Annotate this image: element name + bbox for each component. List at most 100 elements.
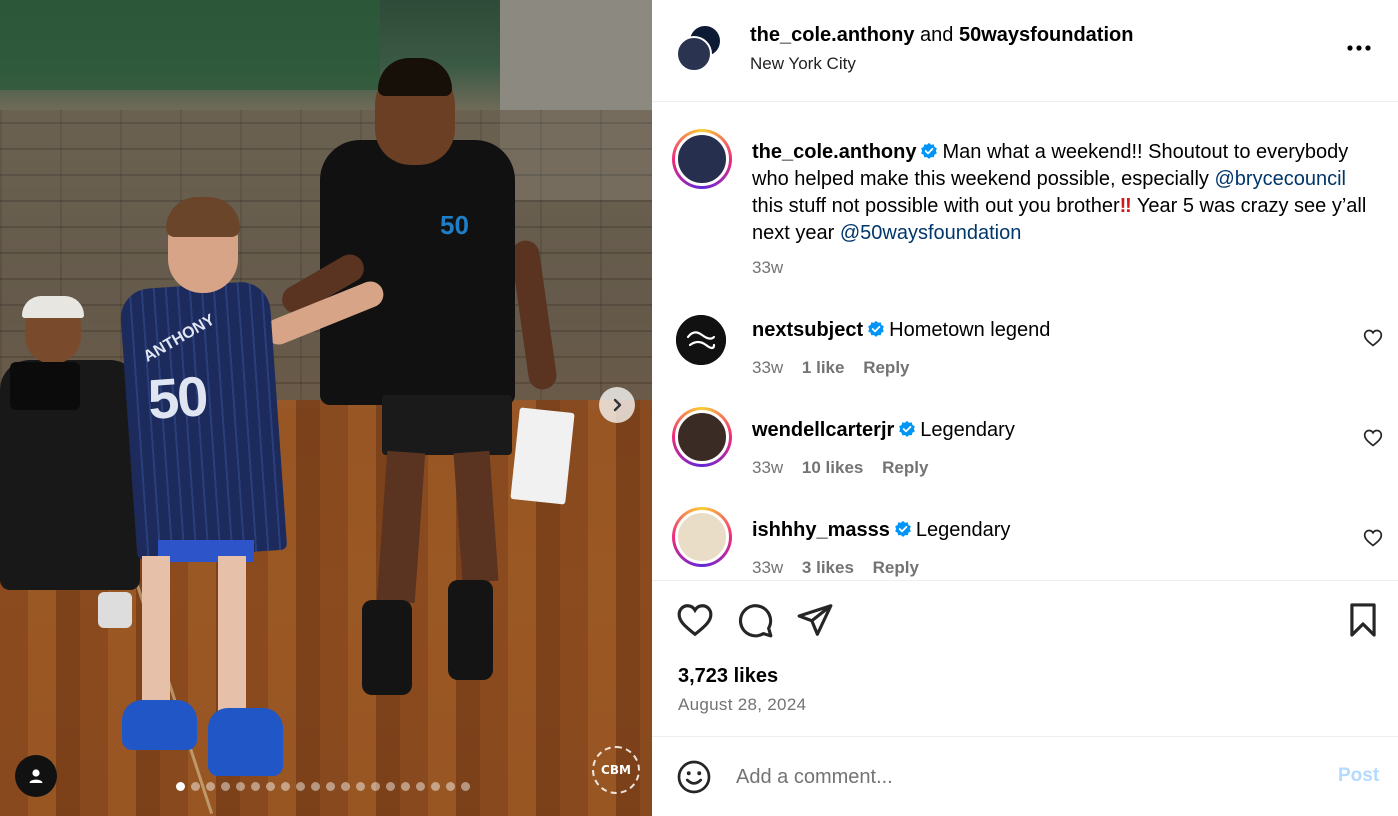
carousel-dots: [176, 782, 470, 791]
caption-body-2: this stuff not possible with out you bro…: [752, 195, 1120, 217]
kid-leg: [142, 556, 170, 706]
caption-username[interactable]: the_cole.anthony: [752, 141, 916, 163]
man-shoe: [362, 600, 412, 695]
carousel-dot: [206, 782, 215, 791]
comment-text: wendellcarterjr Legendary: [752, 417, 1382, 444]
watermark-logo: CBM: [592, 746, 640, 794]
comment-avatar[interactable]: [672, 507, 732, 567]
mention-link[interactable]: @brycecouncil: [1215, 168, 1346, 190]
carousel-dot: [416, 782, 425, 791]
kid-shoe: [122, 700, 197, 750]
carousel-dot: [401, 782, 410, 791]
avatar: [675, 132, 729, 186]
reply-button[interactable]: Reply: [873, 558, 919, 577]
comment-username[interactable]: wendellcarterjr: [752, 419, 894, 441]
mention-link[interactable]: @50waysfoundation: [840, 222, 1022, 244]
carousel-dot: [326, 782, 335, 791]
comment-input[interactable]: [736, 761, 1296, 793]
double-exclamation-emoji: ‼: [1119, 195, 1132, 217]
shirt-logo: 50: [440, 210, 469, 240]
author-joiner: and: [920, 24, 954, 46]
man-shorts: [382, 395, 512, 455]
comment-composer: Post: [652, 736, 1398, 816]
kid-leg: [218, 556, 246, 716]
comment-text: nextsubject Hometown legend: [752, 317, 1382, 344]
carousel-next-button[interactable]: [599, 387, 635, 423]
coauthor-username[interactable]: 50waysfoundation: [959, 24, 1133, 46]
comment-avatar[interactable]: [672, 407, 732, 467]
man-shoe: [448, 580, 493, 680]
comment-time[interactable]: 33w: [752, 458, 783, 477]
comment-meta: 33w 1 like Reply: [752, 358, 924, 378]
carousel-dot: [461, 782, 470, 791]
bookmark-icon[interactable]: [1344, 601, 1382, 639]
comment-time[interactable]: 33w: [752, 558, 783, 577]
caption-meta: 33w: [752, 258, 797, 278]
comment-username[interactable]: nextsubject: [752, 319, 863, 341]
carousel-dot: [176, 782, 185, 791]
tagged-users-button[interactable]: [15, 755, 57, 797]
nextsubject-logo-icon: [676, 315, 726, 365]
carousel-dot: [311, 782, 320, 791]
comments-scroll-area[interactable]: the_cole.anthony Man what a weekend!! Sho…: [652, 103, 1398, 579]
caption-time[interactable]: 33w: [752, 258, 783, 277]
photographer-shoe: [98, 592, 132, 628]
post-header: the_cole.anthony and 50waysfoundation Ne…: [652, 0, 1398, 102]
emoji-icon[interactable]: [676, 759, 712, 795]
more-horizontal-icon: [1347, 45, 1371, 51]
jersey-number: 50: [145, 364, 209, 431]
reply-button[interactable]: Reply: [882, 458, 928, 477]
heart-icon[interactable]: [1363, 528, 1383, 548]
comment-avatar[interactable]: [676, 315, 726, 365]
verified-badge-icon: [895, 520, 911, 537]
comment-bubble-icon[interactable]: [736, 601, 774, 639]
post-date: August 28, 2024: [678, 695, 807, 714]
post-location[interactable]: New York City: [750, 54, 856, 74]
post-comment-button[interactable]: Post: [1338, 765, 1379, 787]
comment-meta: 33w 3 likes Reply: [752, 558, 933, 578]
carousel-dot: [191, 782, 200, 791]
verified-badge-icon: [868, 320, 884, 337]
gift-bag: [510, 407, 575, 505]
post-details-panel: the_cole.anthony and 50waysfoundation Ne…: [652, 0, 1398, 816]
comment-meta: 33w 10 likes Reply: [752, 458, 942, 478]
photographer-cap: [22, 296, 84, 318]
avatar: [675, 510, 729, 564]
like-heart-icon[interactable]: [676, 601, 714, 639]
carousel-dot: [431, 782, 440, 791]
verified-badge-icon: [899, 420, 916, 437]
share-send-icon[interactable]: [796, 601, 834, 639]
collab-avatars[interactable]: [676, 24, 724, 74]
more-options-button[interactable]: [1344, 36, 1374, 60]
carousel-dot: [251, 782, 260, 791]
reply-button[interactable]: Reply: [863, 358, 909, 377]
kid-shoe: [208, 708, 283, 776]
heart-icon[interactable]: [1363, 328, 1383, 348]
comment-time[interactable]: 33w: [752, 358, 783, 377]
carousel-dot: [386, 782, 395, 791]
camera: [10, 362, 80, 410]
avatar: [675, 410, 729, 464]
likes-count[interactable]: 3,723 likes: [678, 665, 778, 688]
author-username[interactable]: the_cole.anthony: [750, 24, 914, 46]
post-actions: 3,723 likes August 28, 2024: [652, 580, 1398, 736]
post-media: 50 ANTHONY 50 CBM: [0, 0, 652, 816]
caption-text: the_cole.anthony Man what a weekend!! Sho…: [752, 139, 1382, 247]
comment-likes[interactable]: 1 like: [802, 358, 845, 377]
heart-icon[interactable]: [1363, 428, 1383, 448]
post-authors: the_cole.anthony and 50waysfoundation: [750, 24, 1133, 47]
carousel-dot: [356, 782, 365, 791]
caption-avatar[interactable]: [672, 129, 732, 189]
carousel-dot: [296, 782, 305, 791]
comment-text: ishhhy_masss Legendary: [752, 517, 1382, 544]
user-icon: [29, 769, 43, 783]
chevron-right-icon: [613, 398, 622, 412]
comment-likes[interactable]: 10 likes: [802, 458, 863, 477]
comment-body: Legendary: [915, 519, 1011, 541]
comment-likes[interactable]: 3 likes: [802, 558, 854, 577]
verified-badge-icon: [921, 142, 938, 159]
comment-username[interactable]: ishhhy_masss: [752, 519, 890, 541]
carousel-dot: [221, 782, 230, 791]
comment-body: Legendary: [920, 419, 1015, 441]
carousel-dot: [281, 782, 290, 791]
